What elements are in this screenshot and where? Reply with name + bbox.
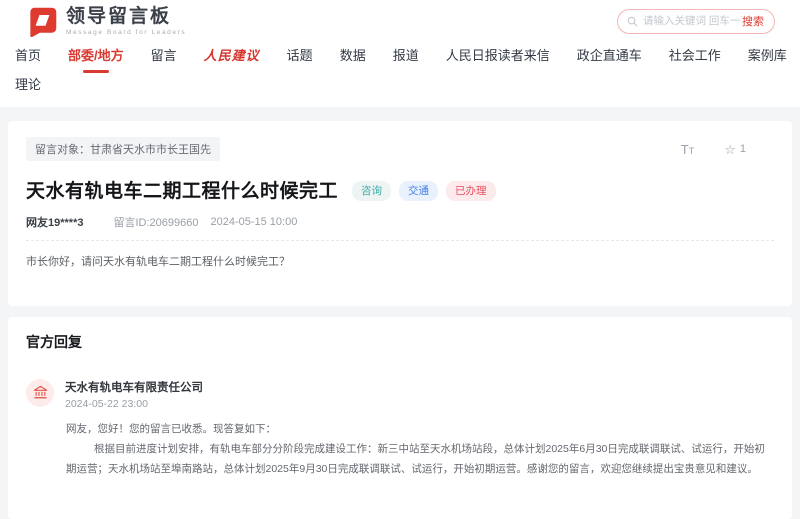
search-box: 搜索 — [617, 9, 775, 34]
nav-item-ministries-regions[interactable]: 部委/地方 — [68, 46, 124, 66]
nav-item-label: 部委/地方 — [68, 48, 124, 63]
nav-item-data[interactable]: 数据 — [340, 46, 366, 66]
nav-item-peoples-suggestions[interactable]: 人民建议 — [204, 46, 260, 66]
reply-paragraph: 根据目前进度计划安排，有轨电车部分分阶段完成建设工作：新三中站至天水机场站段，总… — [66, 439, 770, 479]
reply-content: 网友，您好！您的留言已收悉。现答复如下： 根据目前进度计划安排，有轨电车部分分阶… — [66, 419, 770, 479]
star-icon: ☆ — [724, 143, 736, 156]
org-avatar — [26, 379, 54, 407]
font-size-icon[interactable]: TT — [681, 143, 694, 156]
active-underline — [83, 70, 109, 73]
site-title: 领导留言板 — [66, 7, 186, 26]
page-content: 留言对象：甘肃省天水市市长王国先 TT ☆ 1 天水有轨电车二期工程什么时候完工… — [0, 107, 800, 519]
tag-consult: 咨询 — [352, 181, 391, 201]
site-logo[interactable]: 领导留言板 Message Board for Leaders — [27, 6, 186, 37]
search-button[interactable]: 搜索 — [742, 13, 764, 29]
dashed-divider — [26, 240, 774, 241]
message-author: 网友19****3 — [26, 214, 83, 230]
message-target-badge: 留言对象：甘肃省天水市市长王国先 — [26, 137, 220, 161]
reply-org-name: 天水有轨电车有限责任公司 — [65, 379, 203, 395]
nav-item-home[interactable]: 首页 — [15, 46, 41, 66]
nav-item-topics[interactable]: 话题 — [287, 46, 313, 66]
institution-icon — [33, 385, 48, 400]
nav-item-social-work[interactable]: 社会工作 — [669, 46, 721, 66]
star-count: 1 — [740, 143, 746, 155]
top-header: 领导留言板 Message Board for Leaders 搜索 — [0, 0, 800, 42]
reply-paragraph: 网友，您好！您的留言已收悉。现答复如下： — [66, 419, 770, 439]
tag-traffic: 交通 — [399, 181, 438, 201]
reply-item: 天水有轨电车有限责任公司 2024-05-22 23:00 网友，您好！您的留言… — [26, 379, 774, 479]
favorite-button[interactable]: ☆ 1 — [724, 143, 746, 156]
message-id: 留言ID:20699660 — [113, 214, 198, 230]
nav-item-gov-business-line[interactable]: 政企直通车 — [577, 46, 642, 66]
search-icon — [627, 16, 638, 27]
search-input[interactable] — [643, 15, 742, 27]
reply-card: 官方回复 天水有轨电车有限责任公司 2024-05-22 23:00 — [8, 317, 792, 519]
site-subtitle: Message Board for Leaders — [66, 29, 186, 36]
message-card: 留言对象：甘肃省天水市市长王国先 TT ☆ 1 天水有轨电车二期工程什么时候完工… — [8, 121, 792, 306]
message-content: 市长你好，请问天水有轨电车二期工程什么时候完工？ — [26, 254, 774, 272]
nav-item-case-library[interactable]: 案例库 — [748, 46, 787, 66]
nav-item-readers-letters[interactable]: 人民日报读者来信 — [446, 46, 550, 66]
message-title: 天水有轨电车二期工程什么时候完工 — [26, 176, 338, 203]
message-date: 2024-05-15 10:00 — [210, 216, 297, 228]
logo-icon — [27, 6, 58, 37]
nav-item-messages[interactable]: 留言 — [151, 46, 177, 66]
nav-item-theory[interactable]: 理论 — [15, 75, 41, 95]
status-badge-handled: 已办理 — [446, 181, 496, 201]
main-nav: 首页 部委/地方 留言 人民建议 话题 数据 报道 人民日报读者来信 政企直通车… — [0, 42, 800, 107]
reply-section-title: 官方回复 — [26, 332, 774, 352]
nav-item-reports[interactable]: 报道 — [393, 46, 419, 66]
reply-date: 2024-05-22 23:00 — [65, 398, 203, 410]
